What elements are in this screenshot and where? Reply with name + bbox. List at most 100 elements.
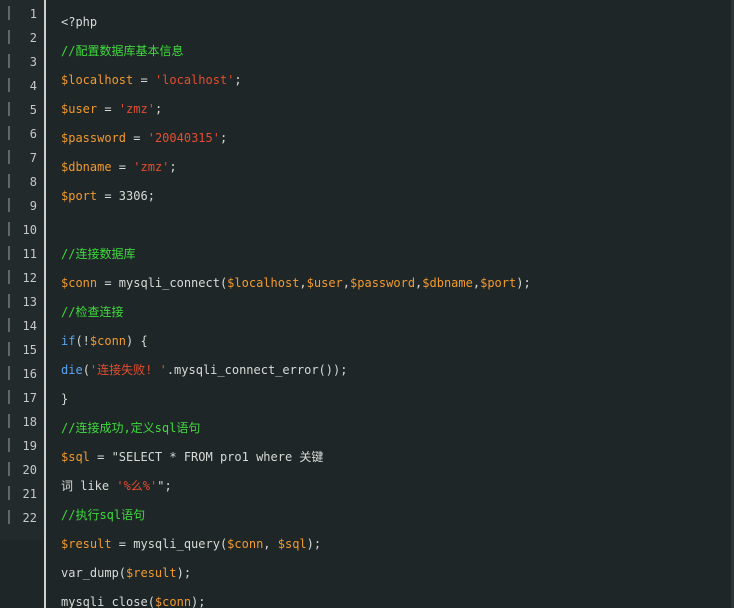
code-token: $sql	[277, 537, 307, 551]
line-number: 19	[0, 434, 44, 458]
code-token: //连接数据库	[61, 247, 136, 261]
code-token: 'localhost'	[154, 73, 235, 87]
code-line: mysqli_close($conn);	[61, 592, 206, 608]
code-token: = mysqli_connect(	[97, 276, 228, 290]
line-number: 5	[0, 98, 44, 122]
code-line: var_dump($result);	[61, 563, 191, 583]
code-line: }	[61, 389, 68, 409]
gutter-divider	[44, 0, 46, 608]
code-token: <?php	[61, 15, 98, 29]
line-number-label: 14	[22, 319, 37, 333]
line-marker	[8, 198, 10, 212]
line-number: 8	[0, 170, 44, 194]
line-number-label: 16	[22, 367, 37, 381]
line-number: 16	[0, 362, 44, 386]
code-token: $conn	[154, 595, 192, 608]
code-token: $dbname	[422, 276, 473, 290]
line-number: 20	[0, 458, 44, 482]
code-token: $sql	[61, 450, 90, 464]
line-marker	[8, 6, 10, 20]
code-token: if	[61, 334, 76, 348]
code-token: //连接成功,定义sql语句	[61, 421, 201, 435]
line-number-label: 17	[22, 391, 37, 405]
code-token: 'zmz'	[118, 102, 155, 116]
code-line: <?php	[61, 12, 97, 32]
code-token: ;	[154, 102, 163, 116]
line-marker	[8, 246, 10, 260]
code-token: );	[176, 566, 192, 580]
code-token: $localhost	[227, 276, 300, 290]
code-token: .mysqli_connect_error());	[166, 363, 348, 377]
code-token: //检查连接	[61, 305, 124, 319]
line-number-label: 8	[29, 175, 37, 189]
code-token: die	[61, 363, 83, 377]
code-token: 词 like	[61, 479, 117, 493]
line-marker	[8, 318, 10, 332]
line-marker	[8, 366, 10, 380]
code-line: $dbname = 'zmz';	[61, 157, 177, 177]
code-line: $port = 3306;	[61, 186, 155, 206]
code-token: ,	[472, 276, 481, 290]
line-number: 3	[0, 50, 44, 74]
line-number: 7	[0, 146, 44, 170]
line-number-label: 6	[29, 127, 37, 141]
code-line: $sql = "SELECT * FROM pro1 where 关键	[61, 447, 323, 467]
code-token: =	[97, 102, 119, 116]
line-number-label: 13	[22, 295, 37, 309]
code-token: $password	[350, 276, 416, 290]
line-marker	[8, 54, 10, 68]
line-number-label: 5	[29, 103, 37, 117]
line-number-label: 11	[22, 247, 37, 261]
code-line: //执行sql语句	[61, 505, 145, 525]
line-number-label: 3	[29, 55, 37, 69]
code-token: $result	[126, 566, 177, 580]
line-number: 21	[0, 482, 44, 506]
code-token: mysqli_close(	[61, 595, 155, 608]
line-number: 22	[0, 506, 44, 530]
code-token: $dbname	[61, 160, 112, 174]
code-token: ) {	[126, 334, 148, 348]
line-marker	[8, 150, 10, 164]
code-editor[interactable]: 1 2 3 4 5 6 7 8 9 10 11 12 13 14 15 16 17 18 19 20 21 22 <?ph…	[0, 0, 734, 608]
code-token: =	[133, 73, 155, 87]
code-token: = 3306;	[97, 189, 155, 203]
code-line: $result = mysqli_query($conn, $sql);	[61, 534, 321, 554]
code-line: //连接数据库	[61, 244, 135, 264]
line-number-label: 10	[22, 223, 37, 237]
code-token: ;	[169, 160, 177, 174]
code-token: $user	[306, 276, 343, 290]
line-number: 14	[0, 314, 44, 338]
line-number-label: 19	[22, 439, 37, 453]
code-token: $conn	[61, 276, 98, 290]
line-number-label: 15	[22, 343, 37, 357]
code-token: '连接失败! '	[89, 363, 167, 377]
code-token: =	[111, 160, 134, 174]
line-marker	[8, 438, 10, 452]
code-token: = "SELECT * FROM pro1 where 关键	[89, 450, 324, 464]
code-token: );	[191, 595, 206, 608]
code-token: $user	[61, 102, 98, 116]
code-token: );	[516, 276, 531, 290]
line-number: 17	[0, 386, 44, 410]
line-marker	[8, 294, 10, 308]
line-number: 18	[0, 410, 44, 434]
line-number: 11	[0, 242, 44, 266]
code-token: '20040315'	[147, 131, 220, 145]
line-number-label: 4	[29, 79, 37, 93]
line-number-label: 22	[22, 511, 37, 525]
line-marker	[8, 486, 10, 500]
code-token: $localhost	[61, 73, 134, 87]
line-marker	[8, 174, 10, 188]
line-number: 13	[0, 290, 44, 314]
line-marker	[8, 222, 10, 236]
code-token: (!	[75, 334, 90, 348]
code-line: $conn = mysqli_connect($localhost,$user,…	[61, 273, 531, 293]
code-token: $port	[61, 189, 98, 203]
code-token: //配置数据库基本信息	[61, 44, 184, 58]
code-token: ;	[234, 73, 242, 87]
code-token: ,	[299, 276, 307, 290]
code-line: 词 like '%么%'";	[61, 476, 172, 496]
line-number: 10	[0, 218, 44, 242]
code-token: $result	[61, 537, 112, 551]
code-line: //连接成功,定义sql语句	[61, 418, 200, 438]
